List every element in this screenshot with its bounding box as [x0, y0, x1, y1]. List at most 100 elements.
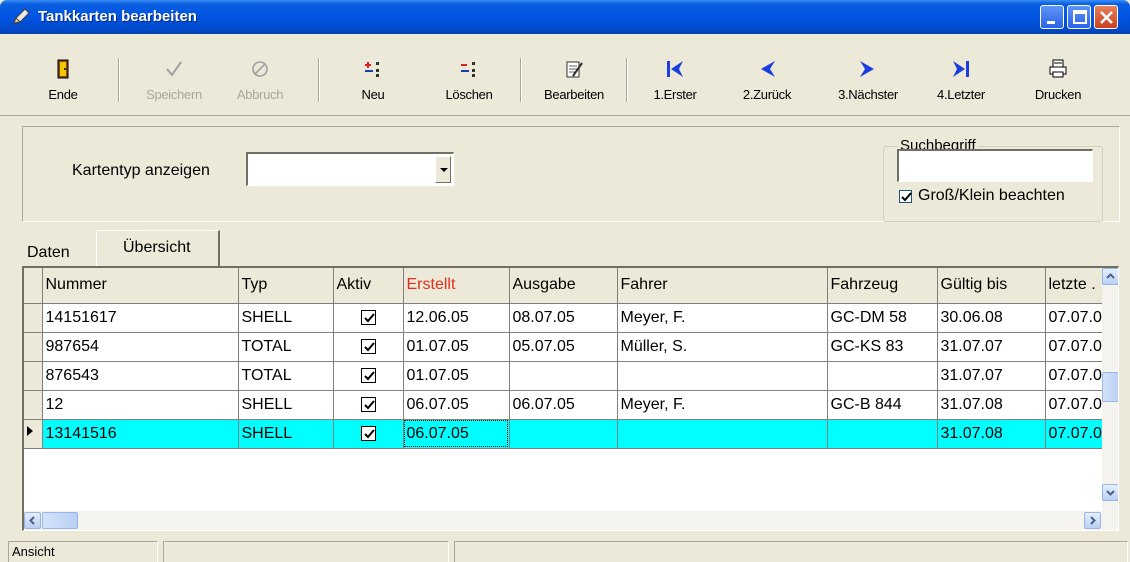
- cell-letzte[interactable]: 07.07.0: [1045, 361, 1106, 391]
- cell-gueltig-bis[interactable]: 30.06.08: [937, 303, 1046, 333]
- column-header-gueltig-bis[interactable]: Gültig bis: [937, 268, 1046, 304]
- cell-fahrzeug[interactable]: [827, 419, 938, 449]
- status-text: Ansicht: [12, 544, 55, 559]
- cell-aktiv[interactable]: [333, 419, 404, 449]
- aktiv-checkbox[interactable]: [360, 338, 376, 354]
- loeschen-button[interactable]: Löschen: [434, 34, 504, 114]
- table-row[interactable]: 12 SHELL 06.07.05 06.07.05 Meyer, F. GC-…: [24, 390, 1106, 420]
- table-row[interactable]: 987654 TOTAL 01.07.05 05.07.05 Müller, S…: [24, 332, 1106, 362]
- column-header-ausgabe[interactable]: Ausgabe: [509, 268, 618, 304]
- case-sensitive-label[interactable]: Groß/Klein beachten: [918, 187, 1065, 205]
- scroll-down-button[interactable]: [1102, 484, 1118, 501]
- column-header-nummer[interactable]: Nummer: [42, 268, 239, 304]
- cell-typ[interactable]: SHELL: [238, 390, 334, 420]
- cell-fahrer[interactable]: [617, 361, 828, 391]
- vertical-scrollbar[interactable]: [1102, 268, 1118, 511]
- minimize-button[interactable]: [1040, 5, 1064, 29]
- column-header-fahrzeug[interactable]: Fahrzeug: [827, 268, 938, 304]
- title-bar[interactable]: Tankkarten bearbeiten: [0, 0, 1130, 34]
- column-header-erstellt[interactable]: Erstellt: [403, 268, 510, 304]
- kartentyp-dropdown-button[interactable]: [435, 156, 451, 183]
- tab-ubersicht[interactable]: Übersicht: [96, 230, 220, 266]
- cell-gueltig-bis[interactable]: 31.07.08: [937, 419, 1046, 449]
- cell-typ[interactable]: TOTAL: [238, 361, 334, 391]
- cell-erstellt[interactable]: 01.07.05: [403, 361, 510, 391]
- cell-fahrer[interactable]: [617, 419, 828, 449]
- cell-erstellt[interactable]: 01.07.05: [403, 332, 510, 362]
- suchbegriff-input[interactable]: [897, 149, 1093, 182]
- scroll-left-button[interactable]: [24, 512, 41, 529]
- cell-letzte[interactable]: 07.07.0: [1045, 419, 1106, 449]
- cell-fahrer[interactable]: Meyer, F.: [617, 390, 828, 420]
- cell-erstellt-focused[interactable]: 06.07.05: [403, 419, 510, 449]
- cell-ausgabe[interactable]: [509, 419, 618, 449]
- cell-fahrzeug[interactable]: [827, 361, 938, 391]
- cell-letzte[interactable]: 07.07.0: [1045, 303, 1106, 333]
- scroll-up-button[interactable]: [1102, 268, 1118, 285]
- cell-nummer[interactable]: 987654: [42, 332, 239, 362]
- letzter-button[interactable]: 4.Letzter: [926, 34, 996, 114]
- table-row-selected[interactable]: 13141516 SHELL 06.07.05 31.07.08 07.07.0: [24, 419, 1106, 449]
- maximize-button[interactable]: [1067, 5, 1091, 29]
- table-row[interactable]: 14151617 SHELL 12.06.05 08.07.05 Meyer, …: [24, 303, 1106, 333]
- cell-nummer[interactable]: 13141516: [42, 419, 239, 449]
- cell-typ[interactable]: TOTAL: [238, 332, 334, 362]
- kartentyp-select[interactable]: [246, 152, 454, 186]
- aktiv-checkbox[interactable]: [360, 396, 376, 412]
- abbruch-button[interactable]: Abbruch: [226, 34, 294, 114]
- cell-aktiv[interactable]: [333, 361, 404, 391]
- drucken-label: Drucken: [1034, 87, 1082, 102]
- zurueck-button[interactable]: 2.Zurück: [736, 34, 798, 114]
- cell-letzte[interactable]: 07.07.0: [1045, 332, 1106, 362]
- cell-ausgabe[interactable]: 08.07.05: [509, 303, 618, 333]
- cell-ausgabe[interactable]: 05.07.05: [509, 332, 618, 362]
- cell-aktiv[interactable]: [333, 303, 404, 333]
- cell-ausgabe[interactable]: 06.07.05: [509, 390, 618, 420]
- close-button[interactable]: [1094, 5, 1118, 29]
- cell-letzte[interactable]: 07.07.0: [1045, 390, 1106, 420]
- data-grid[interactable]: Nummer Typ Aktiv Erstellt Ausgabe Fahrer…: [22, 266, 1119, 531]
- cell-fahrer[interactable]: Müller, S.: [617, 332, 828, 362]
- column-header-typ[interactable]: Typ: [238, 268, 334, 304]
- cell-erstellt[interactable]: 12.06.05: [403, 303, 510, 333]
- cell-typ[interactable]: SHELL: [238, 419, 334, 449]
- cell-fahrzeug[interactable]: GC-DM 58: [827, 303, 938, 333]
- neu-button[interactable]: Neu: [350, 34, 396, 114]
- cell-fahrer[interactable]: Meyer, F.: [617, 303, 828, 333]
- ende-button[interactable]: Ende: [38, 34, 88, 114]
- cell-aktiv[interactable]: [333, 390, 404, 420]
- cell-ausgabe[interactable]: [509, 361, 618, 391]
- column-header-aktiv[interactable]: Aktiv: [333, 268, 404, 304]
- cell-gueltig-bis[interactable]: 31.07.07: [937, 361, 1046, 391]
- erster-button[interactable]: 1.Erster: [644, 34, 706, 114]
- checkmark-icon: [363, 371, 375, 381]
- edit-document-icon: [564, 59, 584, 79]
- cell-erstellt[interactable]: 06.07.05: [403, 390, 510, 420]
- cell-nummer[interactable]: 876543: [42, 361, 239, 391]
- tab-daten[interactable]: Daten: [18, 234, 92, 270]
- cell-gueltig-bis[interactable]: 31.07.07: [937, 332, 1046, 362]
- horizontal-scroll-thumb[interactable]: [42, 512, 78, 529]
- aktiv-checkbox[interactable]: [360, 309, 376, 325]
- aktiv-checkbox[interactable]: [360, 425, 376, 441]
- cell-fahrzeug[interactable]: GC-B 844: [827, 390, 938, 420]
- case-sensitive-checkbox[interactable]: [899, 190, 912, 203]
- cell-nummer[interactable]: 14151617: [42, 303, 239, 333]
- toolbar-separator: [520, 58, 522, 102]
- column-header-fahrer[interactable]: Fahrer: [617, 268, 828, 304]
- cell-nummer[interactable]: 12: [42, 390, 239, 420]
- table-row[interactable]: 876543 TOTAL 01.07.05 31.07.07 07.07.0: [24, 361, 1106, 391]
- speichern-button[interactable]: Speichern: [134, 34, 214, 114]
- column-header-letzte[interactable]: letzte .: [1045, 268, 1106, 304]
- cell-aktiv[interactable]: [333, 332, 404, 362]
- vertical-scroll-thumb[interactable]: [1102, 372, 1118, 402]
- scroll-right-button[interactable]: [1084, 512, 1101, 529]
- cell-typ[interactable]: SHELL: [238, 303, 334, 333]
- cell-fahrzeug[interactable]: GC-KS 83: [827, 332, 938, 362]
- horizontal-scrollbar[interactable]: [24, 511, 1118, 530]
- naechster-button[interactable]: 3.Nächster: [826, 34, 910, 114]
- cell-gueltig-bis[interactable]: 31.07.08: [937, 390, 1046, 420]
- aktiv-checkbox[interactable]: [360, 367, 376, 383]
- drucken-button[interactable]: Drucken: [1022, 34, 1094, 114]
- bearbeiten-button[interactable]: Bearbeiten: [532, 34, 616, 114]
